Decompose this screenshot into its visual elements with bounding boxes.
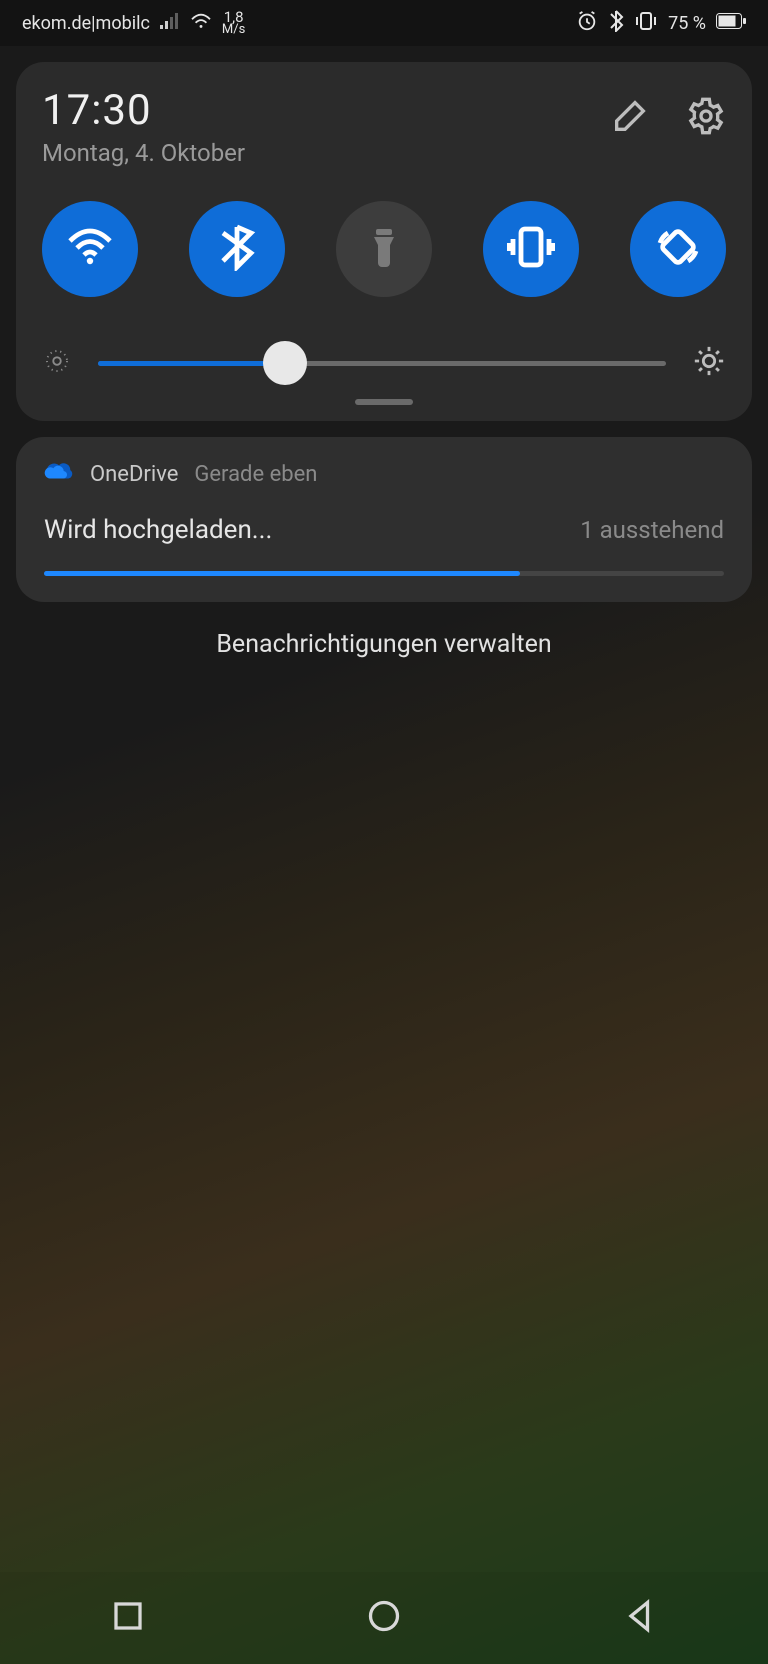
- vibrate-toggle[interactable]: [483, 201, 579, 297]
- brightness-high-icon: [692, 344, 726, 382]
- settings-button[interactable]: [686, 96, 726, 140]
- slider-track: [98, 361, 666, 366]
- status-bar: ekom.de|mobilc 1,8 M/s 75 %: [0, 0, 768, 46]
- qs-datetime: 17:30 Montag, 4. Oktober: [42, 86, 245, 167]
- flashlight-toggle[interactable]: [336, 201, 432, 297]
- expand-handle[interactable]: [355, 399, 413, 405]
- onedrive-icon: [44, 461, 74, 487]
- signal-icon: [160, 12, 180, 35]
- flashlight-icon: [360, 223, 408, 275]
- carrier-text: ekom.de|mobilc: [22, 13, 150, 34]
- navigation-bar: [0, 1572, 768, 1664]
- notification-body: Wird hochgeladen... 1 ausstehend: [44, 515, 724, 545]
- notification-app-name: OneDrive: [90, 462, 178, 487]
- notification-card[interactable]: OneDrive Gerade eben Wird hochgeladen...…: [16, 437, 752, 602]
- status-right: 75 %: [576, 10, 746, 37]
- autorotate-toggle[interactable]: [630, 201, 726, 297]
- upload-progress: [44, 571, 724, 576]
- notification-subtitle: 1 ausstehend: [580, 516, 724, 544]
- brightness-slider[interactable]: [98, 341, 666, 385]
- qs-header: 17:30 Montag, 4. Oktober: [42, 86, 726, 167]
- brightness-row: [42, 341, 726, 385]
- alarm-icon: [576, 10, 598, 37]
- bluetooth-toggle[interactable]: [189, 201, 285, 297]
- notification-time: Gerade eben: [194, 462, 317, 487]
- notification-title: Wird hochgeladen...: [44, 515, 272, 545]
- wifi-status-icon: [190, 12, 212, 35]
- brightness-low-icon: [42, 346, 72, 380]
- manage-notifications-button[interactable]: Benachrichtigungen verwalten: [0, 624, 768, 665]
- wifi-toggle[interactable]: [42, 201, 138, 297]
- slider-thumb[interactable]: [263, 341, 307, 385]
- status-left: ekom.de|mobilc 1,8 M/s: [22, 10, 245, 37]
- recent-apps-button[interactable]: [110, 1598, 146, 1638]
- battery-text: 75 %: [668, 13, 706, 34]
- edit-button[interactable]: [610, 96, 650, 140]
- autorotate-icon: [654, 223, 702, 275]
- vibrate-status-icon: [634, 11, 658, 36]
- network-speed: 1,8 M/s: [222, 10, 245, 37]
- battery-icon: [716, 13, 746, 34]
- qs-toggles-row: [42, 201, 726, 297]
- notification-header: OneDrive Gerade eben: [44, 461, 724, 487]
- wifi-icon: [66, 223, 114, 275]
- home-button[interactable]: [366, 1598, 402, 1638]
- progress-fill: [44, 571, 520, 576]
- back-button[interactable]: [622, 1598, 658, 1638]
- bluetooth-status-icon: [608, 10, 624, 37]
- qs-time: 17:30: [42, 86, 245, 135]
- speed-unit: M/s: [222, 24, 245, 36]
- qs-date: Montag, 4. Oktober: [42, 139, 245, 167]
- quick-settings-panel: 17:30 Montag, 4. Oktober: [16, 62, 752, 421]
- bluetooth-icon: [213, 223, 261, 275]
- vibrate-icon: [507, 223, 555, 275]
- slider-fill: [98, 361, 285, 366]
